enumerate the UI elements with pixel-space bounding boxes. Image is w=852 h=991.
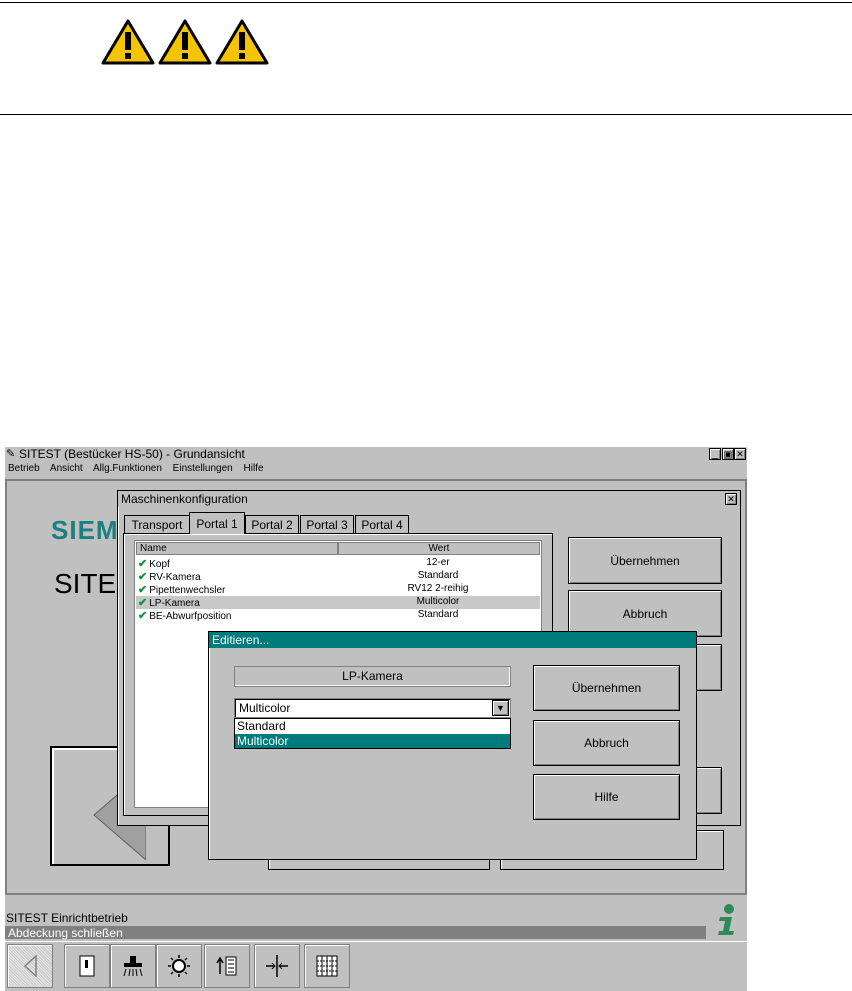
camera-select[interactable]: Multicolor ▼	[234, 698, 511, 718]
status-message: Abdeckung schließen	[8, 926, 123, 940]
row-name: Kopf	[149, 559, 170, 570]
minimize-button[interactable]: _	[709, 448, 721, 460]
left-triangle-icon	[23, 955, 37, 977]
check-icon: ✔	[138, 571, 148, 583]
close-button[interactable]: ✕	[734, 448, 746, 460]
menu-hilfe[interactable]: Hilfe	[244, 463, 264, 474]
sitest-label: SITEST	[54, 568, 120, 599]
tab-portal-1[interactable]: Portal 1	[189, 512, 245, 534]
status-message-bar: Abdeckung schließen	[5, 926, 706, 940]
door-button[interactable]	[64, 944, 110, 988]
edit-help-button[interactable]: Hilfe	[533, 774, 680, 820]
dropdown-option-standard[interactable]: Standard	[235, 719, 510, 734]
status-mode: SITEST Einrichtbetrieb	[6, 911, 128, 925]
check-icon: ✔	[138, 558, 148, 570]
warning-icon	[157, 18, 213, 71]
nozzle-icon	[123, 956, 143, 977]
row-value: RV12 2-reihig	[407, 583, 469, 594]
check-icon: ✔	[138, 610, 148, 622]
row-value: Standard	[417, 609, 459, 620]
bottom-rule	[0, 114, 852, 115]
feeder-button[interactable]	[204, 944, 250, 988]
row-name: Pipettenwechsler	[149, 585, 226, 596]
list-item[interactable]: ✔ BE-Abwurfposition Standard	[136, 609, 540, 622]
edit-cancel-button[interactable]: Abbruch	[533, 720, 680, 766]
app-icon: ✎	[6, 448, 16, 460]
tab-portal-4[interactable]: Portal 4	[355, 515, 409, 533]
config-dialog-title: Maschinenkonfiguration	[121, 492, 248, 506]
warning-icon	[100, 18, 156, 71]
row-value: Multicolor	[416, 596, 460, 607]
row-name: BE-Abwurfposition	[149, 611, 232, 622]
tab-portal-3[interactable]: Portal 3	[300, 515, 354, 533]
check-icon: ✔	[138, 584, 148, 596]
back-button[interactable]	[7, 944, 53, 988]
row-name: LP-Kamera	[149, 598, 200, 609]
field-label: LP-Kamera	[234, 666, 511, 687]
tab-transport[interactable]: Transport	[124, 515, 190, 533]
magazine-button[interactable]	[304, 944, 350, 988]
menu-bar: Betrieb Ansicht Allg.Funktionen Einstell…	[8, 463, 272, 477]
door-icon	[79, 955, 95, 977]
siemens-logo: SIEMENS	[51, 515, 121, 545]
light-button[interactable]	[156, 944, 202, 988]
cancel-button[interactable]: Abbruch	[568, 590, 722, 637]
feeder-icon	[216, 956, 237, 976]
column-header-wert[interactable]: Wert	[338, 542, 540, 555]
column-header-name[interactable]: Name	[136, 542, 338, 555]
info-icon[interactable]	[714, 903, 738, 937]
magazine-icon	[316, 955, 338, 977]
top-rule	[0, 2, 852, 3]
edit-apply-button[interactable]: Übernehmen	[533, 665, 680, 711]
nozzle-button[interactable]	[110, 944, 156, 988]
row-name: RV-Kamera	[149, 572, 201, 583]
close-button[interactable]: ✕	[725, 493, 737, 505]
dropdown-option-multicolor[interactable]: Multicolor	[235, 734, 510, 748]
menu-betrieb[interactable]: Betrieb	[8, 463, 40, 474]
menu-allg-funktionen[interactable]: Allg.Funktionen	[93, 463, 162, 474]
align-button[interactable]	[254, 944, 300, 988]
list-item[interactable]: ✔ Kopf 12-er	[136, 557, 540, 570]
edit-dialog-title: Editieren...	[212, 633, 270, 647]
align-icon	[266, 955, 288, 977]
sun-icon	[168, 955, 190, 977]
row-value: Standard	[417, 570, 459, 581]
list-item[interactable]: ✔ RV-Kamera Standard	[136, 570, 540, 583]
dropdown-list: Standard Multicolor	[234, 718, 511, 749]
list-item-selected[interactable]: ✔ LP-Kamera Multicolor	[136, 596, 540, 609]
app-titlebar: ✎ SITEST (Bestücker HS-50) - Grundansich…	[5, 447, 747, 461]
dropdown-arrow-icon[interactable]: ▼	[492, 700, 509, 716]
maximize-button[interactable]: ▣	[722, 448, 734, 460]
menu-ansicht[interactable]: Ansicht	[50, 463, 83, 474]
tab-portal-2[interactable]: Portal 2	[245, 515, 299, 533]
edit-dialog-titlebar: Editieren...	[209, 632, 696, 648]
apply-button[interactable]: Übernehmen	[568, 537, 722, 584]
menu-einstellungen[interactable]: Einstellungen	[173, 463, 233, 474]
row-value: 12-er	[426, 557, 450, 568]
warning-icon	[214, 18, 270, 71]
config-dialog-titlebar: Maschinenkonfiguration ✕	[118, 491, 740, 507]
camera-select-value: Multicolor	[239, 701, 291, 715]
app-title: SITEST (Bestücker HS-50) - Grundansicht	[19, 447, 245, 461]
check-icon: ✔	[138, 597, 148, 609]
list-item[interactable]: ✔ Pipettenwechsler RV12 2-reihig	[136, 583, 540, 596]
